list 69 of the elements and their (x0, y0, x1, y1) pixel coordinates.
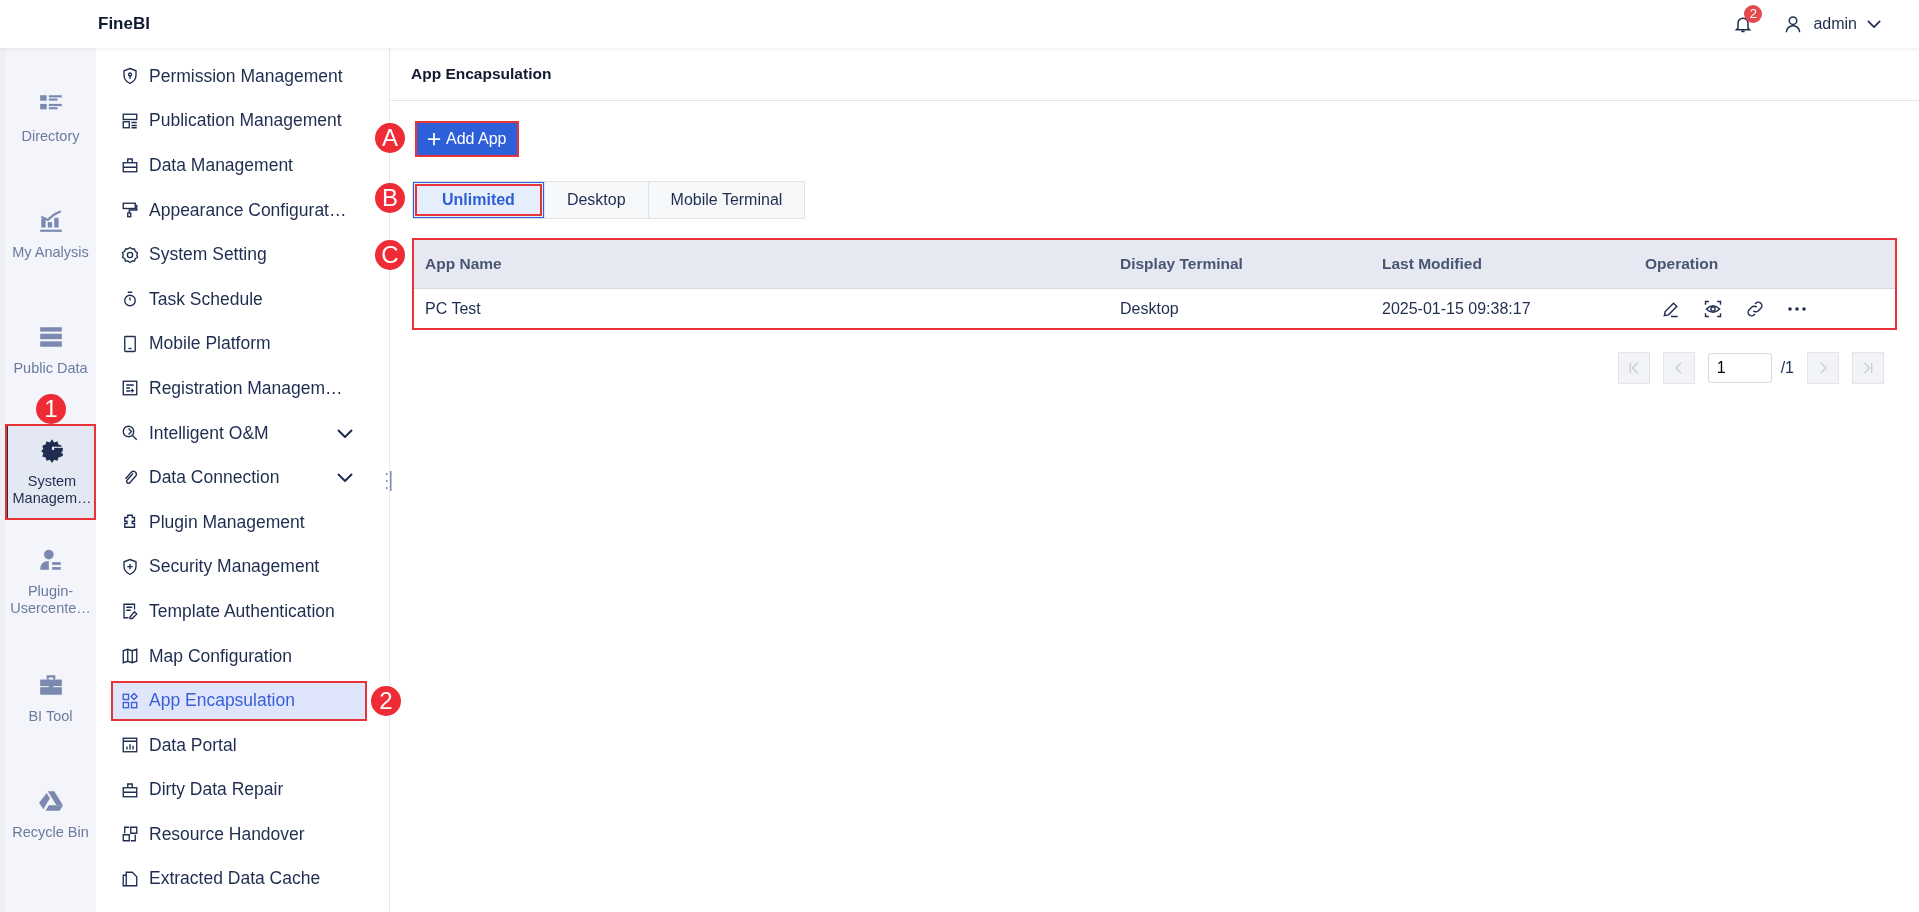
phone-icon (121, 334, 139, 353)
eye-icon[interactable] (1703, 299, 1723, 319)
table-cell-text: PC Test (425, 300, 482, 318)
callout-marker: 1 (36, 394, 66, 424)
menu-item[interactable]: Registration Managem… (111, 368, 367, 409)
column-header: Display Terminal (1120, 254, 1244, 273)
table-cell-text: Desktop (1120, 300, 1180, 318)
filter-tab[interactable]: Desktop (543, 182, 648, 218)
grid-icon (121, 691, 139, 710)
column-header: Operation (1645, 254, 1720, 273)
menu-item[interactable]: Dirty Data Repair (111, 769, 367, 810)
add-app-button[interactable]: Add App (415, 121, 519, 157)
menu-item[interactable]: Data Portal (111, 725, 367, 766)
shield-icon (121, 557, 139, 576)
form-icon (121, 379, 139, 398)
rail-item[interactable]: Plugin-Usercente… (5, 524, 96, 640)
page-title: App Encapsulation (411, 65, 552, 83)
menu-item[interactable]: Permission Management (111, 56, 367, 97)
menu-item[interactable]: System Setting (111, 234, 367, 275)
filter-tab[interactable]: Mobile Terminal (647, 182, 805, 218)
stopwatch-icon (121, 290, 139, 309)
menu-item[interactable]: Plugin Management (111, 502, 367, 543)
map-icon (121, 647, 139, 665)
menu-item[interactable]: App Encapsulation (111, 680, 367, 721)
chevron-down-icon (337, 428, 353, 438)
callout-marker: C (375, 240, 405, 270)
paint-roller-icon (121, 201, 139, 220)
filter-tab[interactable]: Unlimited (413, 182, 544, 218)
edit-icon[interactable] (1661, 299, 1681, 319)
menu-item[interactable]: Publication Management (111, 100, 367, 141)
rail-item[interactable]: My Analysis (5, 176, 96, 292)
document-icon (121, 602, 139, 621)
page-total: /1 (1780, 359, 1794, 377)
more-icon[interactable] (1787, 306, 1807, 312)
menu-item[interactable]: Data Management (111, 145, 367, 186)
menu-item[interactable]: Resource Handover (111, 814, 367, 855)
menu-item[interactable]: Task Schedule (111, 279, 367, 320)
menu-item[interactable]: Map Configuration (111, 636, 367, 676)
layout-icon (121, 111, 139, 130)
rail-item[interactable]: Recycle Bin (5, 756, 96, 872)
settings-icon (39, 437, 65, 464)
table-cell-text: 2025-01-15 09:38:17 (1382, 300, 1532, 318)
rail-item[interactable]: System Managem… (5, 424, 96, 520)
chevron-down-icon (1867, 20, 1881, 28)
shield-icon (121, 67, 139, 86)
menu-item[interactable]: Intelligent O&M (111, 413, 367, 454)
menu-item[interactable]: Data Connection (111, 457, 367, 498)
notification-badge: 2 (1744, 5, 1763, 23)
column-header: App Name (425, 254, 503, 273)
page-input[interactable]: 1 (1707, 353, 1772, 383)
callout-marker: 2 (371, 686, 401, 717)
menu-item[interactable]: Extracted Data Cache (111, 859, 367, 899)
menu-item[interactable]: Template Authentication (111, 591, 367, 632)
gear-icon (121, 245, 139, 264)
rail-item[interactable]: Directory (5, 60, 96, 176)
rail-item[interactable]: BI Tool (5, 640, 96, 756)
plus-icon (427, 132, 441, 146)
callout-marker: A (375, 123, 405, 153)
callout-marker: B (375, 183, 405, 213)
app-logo: FineBI (98, 14, 150, 34)
menu-item[interactable]: Mobile Platform (111, 323, 367, 364)
copy-icon (121, 870, 139, 888)
chevron-down-icon (337, 473, 353, 483)
resize-handle-icon[interactable] (386, 471, 394, 491)
link-icon[interactable] (1745, 299, 1765, 319)
menu-item[interactable]: Security Management (111, 546, 367, 587)
user-menu[interactable]: admin (1783, 14, 1881, 34)
menu-item[interactable]: Appearance Configurat… (111, 190, 367, 231)
column-header: Last Modified (1382, 254, 1483, 273)
